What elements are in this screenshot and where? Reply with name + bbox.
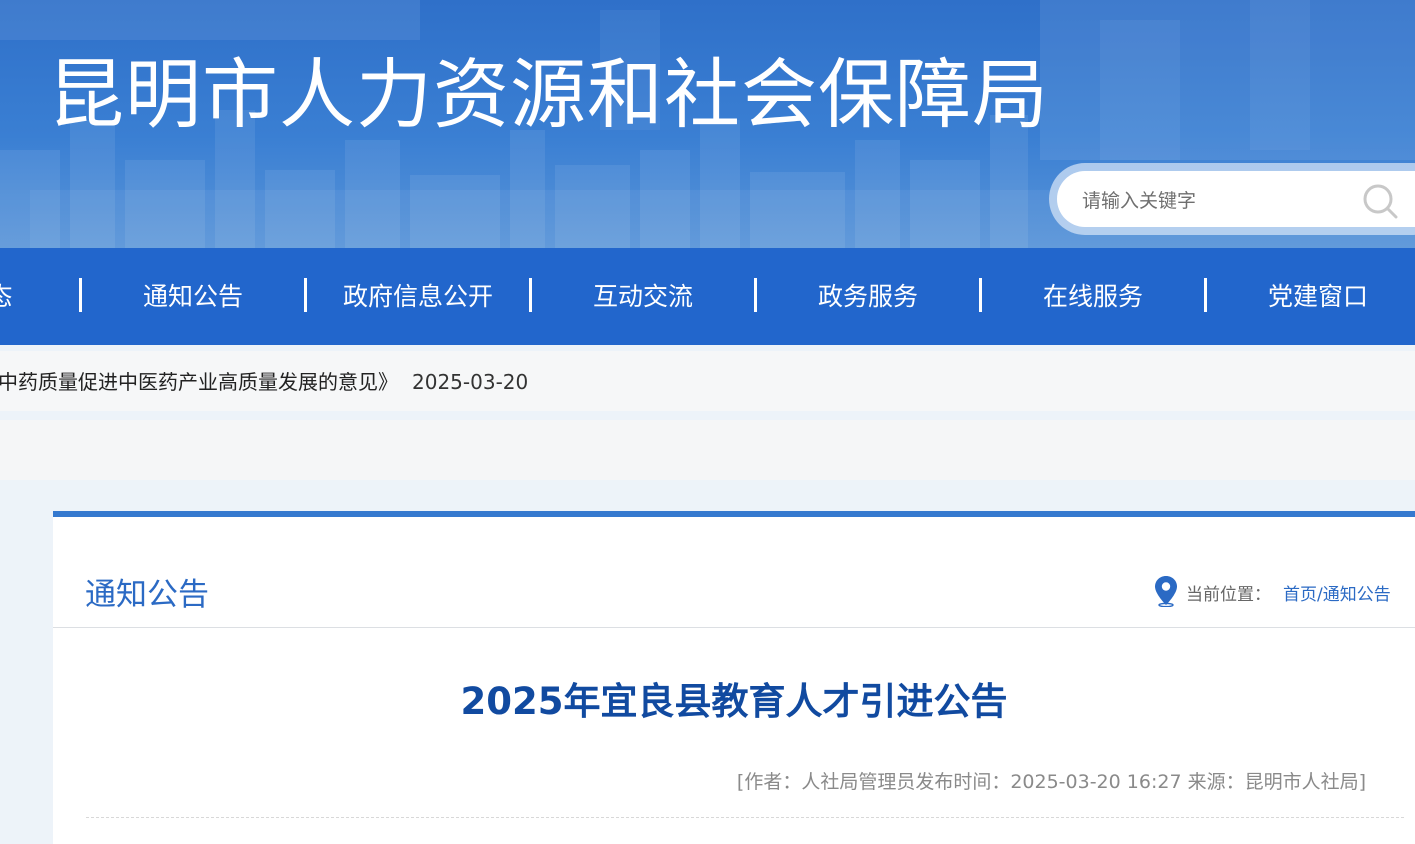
meta-divider	[86, 817, 1404, 818]
nav-item-news[interactable]: 态	[0, 248, 30, 345]
search-icon[interactable]	[1360, 181, 1400, 221]
location-pin-icon	[1155, 576, 1177, 607]
nav-divider	[304, 278, 307, 312]
nav-item-gov-services[interactable]: 政务服务	[768, 248, 968, 345]
section-title: 通知公告	[85, 577, 209, 613]
ticker-headline[interactable]: 中药质量促进中医药产业高质量发展的意见》	[0, 370, 398, 394]
search-input[interactable]	[1080, 183, 1344, 219]
ticker-date: 2025-03-20	[412, 370, 529, 394]
secondary-band	[0, 420, 1415, 480]
location-label: 当前位置：	[1186, 585, 1271, 605]
nav-divider	[979, 278, 982, 312]
nav-divider	[529, 278, 532, 312]
nav-item-gov-info[interactable]: 政府信息公开	[318, 248, 518, 345]
article-meta: [作者：人社局管理员发布时间：2025-03-20 16:27 来源：昆明市人社…	[736, 771, 1366, 793]
nav-item-party-building[interactable]: 党建窗口	[1218, 248, 1415, 345]
news-ticker: 中药质量促进中医药产业高质量发展的意见》 2025-03-20	[0, 351, 1415, 411]
content-card: 通知公告 当前位置： 首页/通知公告 2025年宜良县教育人才引进公告 [作者：…	[53, 511, 1415, 844]
nav-divider	[79, 278, 82, 312]
nav-item-online-services[interactable]: 在线服务	[993, 248, 1193, 345]
article-title: 2025年宜良县教育人才引进公告	[460, 680, 1008, 723]
breadcrumb-link[interactable]: 首页/通知公告	[1283, 580, 1391, 605]
main-nav: 态 通知公告 政府信息公开 互动交流 政务服务 在线服务 党建窗口	[0, 248, 1415, 345]
section-divider	[53, 627, 1415, 628]
nav-divider	[754, 278, 757, 312]
site-title: 昆明市人力资源和社会保障局	[48, 50, 1049, 139]
nav-divider	[1204, 278, 1207, 312]
nav-item-interaction[interactable]: 互动交流	[543, 248, 743, 345]
ticker-item[interactable]: 中药质量促进中医药产业高质量发展的意见》 2025-03-20	[0, 351, 528, 413]
nav-item-notices[interactable]: 通知公告	[93, 248, 293, 345]
